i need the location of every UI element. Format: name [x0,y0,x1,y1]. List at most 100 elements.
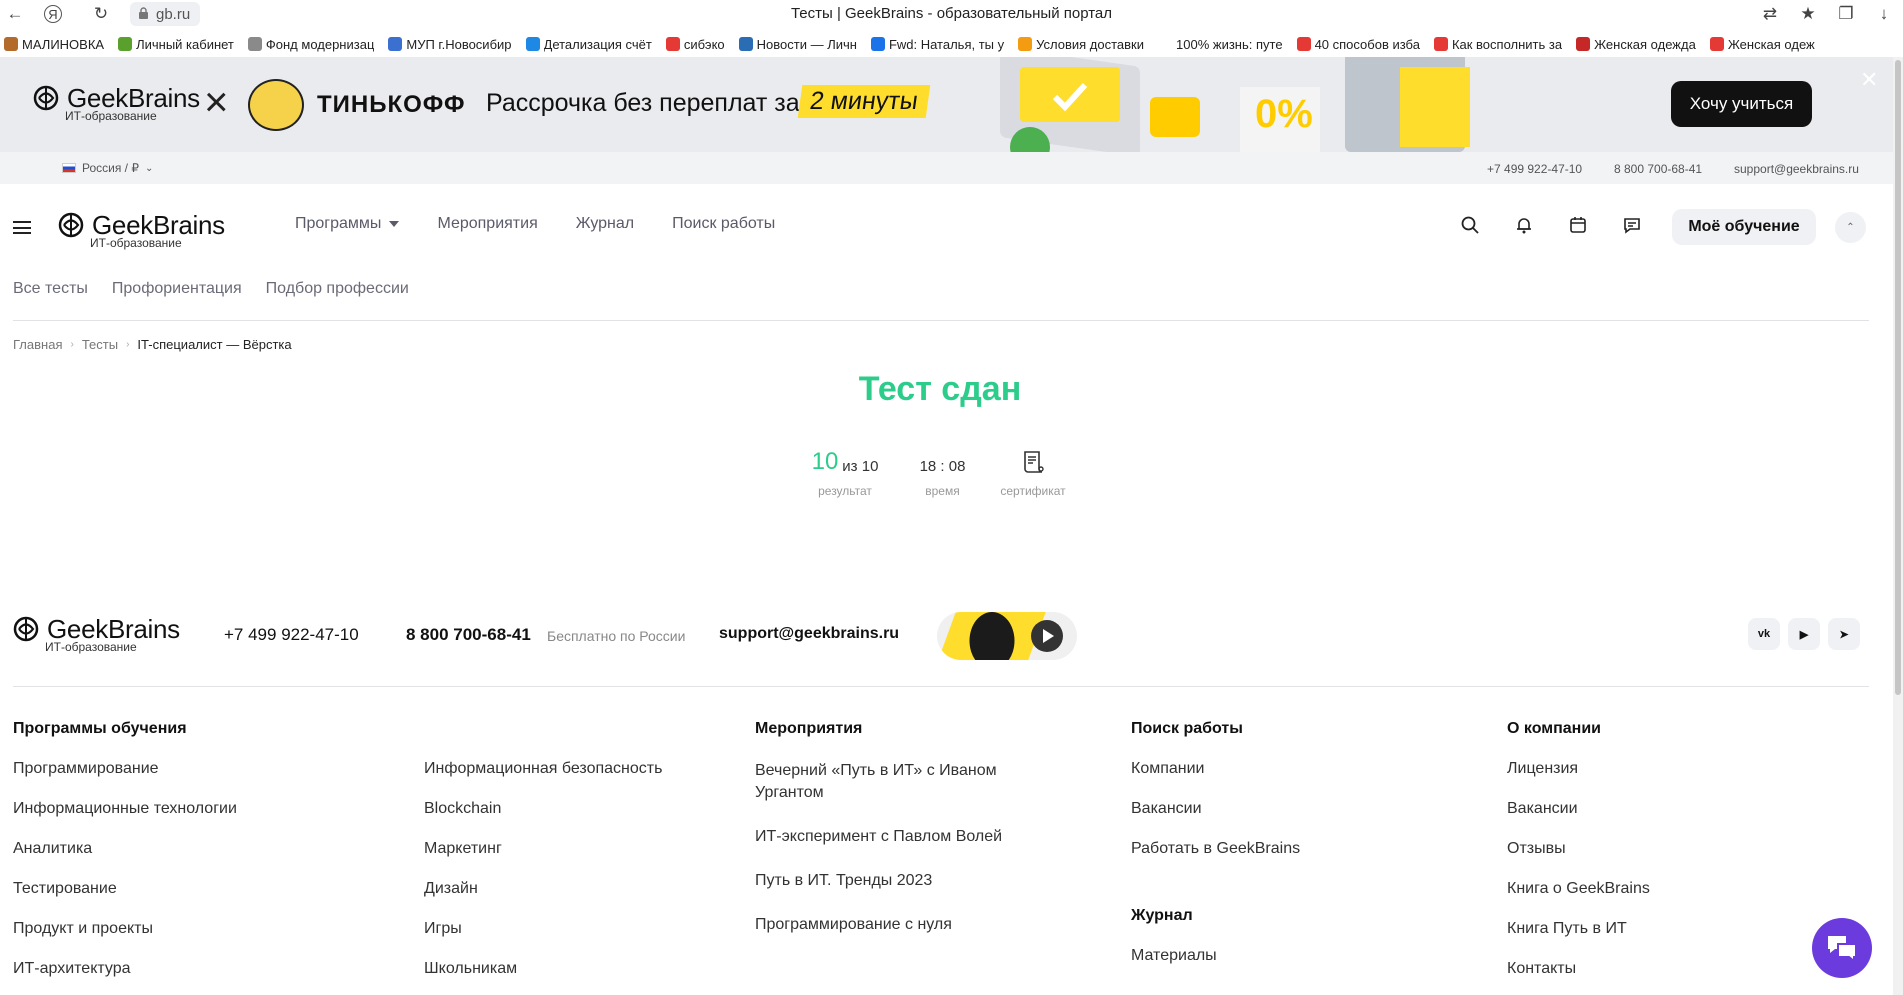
footer-logo[interactable]: GeekBrains ИТ-образование [13,616,180,654]
footer-phone-2[interactable]: 8 800 700-68-41 [406,625,531,645]
footer-email[interactable]: support@geekbrains.ru [719,625,899,643]
footer-link[interactable]: Продукт и проекты [13,920,237,938]
menu-icon[interactable] [13,221,31,234]
bookmark-item[interactable]: сибэко [665,37,725,52]
bookmark-item[interactable]: МУП г.Новосибир [388,36,512,52]
support-chat-button[interactable] [1812,918,1872,978]
footer-link[interactable]: ИТ-эксперимент с Павлом Волей [755,826,1015,848]
youtube-icon[interactable]: ▶ [1788,618,1820,650]
footer-link[interactable]: Аналитика [13,840,237,858]
tinkoff-emblem-icon [248,79,304,131]
contact-email[interactable]: support@geekbrains.ru [1734,162,1859,176]
close-icon[interactable]: ✕ [1860,67,1878,93]
breadcrumb-tests[interactable]: Тесты [82,337,118,352]
footer-video-preview[interactable] [937,612,1077,660]
nav-events[interactable]: Мероприятия [437,215,537,233]
footer-journal-title: Журнал [1131,907,1193,924]
contact-phone-2[interactable]: 8 800 700-68-41 [1614,162,1702,176]
breadcrumb-home[interactable]: Главная [13,337,62,352]
footer-link[interactable]: Книга о GeekBrains [1507,880,1650,898]
main-nav: Программы Мероприятия Журнал Поиск работ… [295,215,775,233]
bookmark-item[interactable]: Женская одежда [1576,37,1696,52]
footer-link[interactable]: Информационные технологии [13,800,237,818]
footer-free-note: Бесплатно по России [547,628,686,644]
footer-link[interactable]: Контакты [1507,960,1650,978]
footer-link[interactable]: Blockchain [424,800,662,818]
footer-link[interactable]: Тестирование [13,880,237,898]
footer-link[interactable]: Материалы [1131,947,1300,965]
region-selector[interactable]: Россия / ₽ ⌄ [62,161,153,175]
play-icon[interactable] [1031,620,1063,652]
footer-link[interactable]: ИТ-архитектура [13,960,237,978]
bookmark-label: МУП г.Новосибир [406,36,512,52]
footer-link[interactable]: Игры [424,920,662,938]
subnav-career-guidance[interactable]: Профориентация [112,280,242,298]
footer-link[interactable]: Компании [1131,760,1300,778]
footer-link[interactable]: Вакансии [1507,800,1650,818]
bookmark-item[interactable]: Женская одеж [1709,37,1815,52]
footer-link[interactable]: Вечерний «Путь в ИТ» с Иваном Ургантом [755,760,1015,804]
bell-icon[interactable] [1514,215,1534,235]
address-bar[interactable]: gb.ru [130,2,201,26]
bookmark-item[interactable]: 40 способов изба [1296,37,1420,52]
telegram-icon[interactable]: ➤ [1828,618,1860,650]
calendar-icon[interactable] [1568,215,1588,235]
yandex-icon[interactable]: Я [44,5,62,23]
footer-link[interactable]: Школьникам [424,960,662,978]
site-header: GeekBrains ИТ-образование Программы Меро… [0,184,1893,264]
promo-banner[interactable]: GeekBrains ИТ-образование × ТИНЬКОФФ Рас… [0,57,1893,152]
bookmark-item[interactable]: Фонд модернизац [247,37,374,52]
result-certificate[interactable]: сертификат [993,440,1073,498]
search-icon[interactable] [1460,215,1480,235]
back-icon[interactable]: ← [4,3,26,25]
contact-phone-1[interactable]: +7 499 922-47-10 [1487,162,1582,176]
reload-icon[interactable]: ↻ [90,3,112,25]
footer-link[interactable]: Работать в GeekBrains [1131,840,1300,858]
bookmark-item[interactable]: Новости — Личн [738,37,857,52]
footer-link[interactable]: Программирование [13,760,237,778]
vk-icon[interactable]: vk [1748,618,1780,650]
nav-journal[interactable]: Журнал [576,215,634,233]
footer-link[interactable]: Информационная безопасность [424,760,662,778]
user-avatar-icon[interactable]: ⌃ [1835,212,1866,243]
bookmark-item[interactable]: 100% жизнь: путе [1158,37,1283,52]
footer-phone-1[interactable]: +7 499 922-47-10 [224,625,359,645]
scrollbar-thumb[interactable] [1895,60,1901,695]
collections-icon[interactable]: ❐ [1835,3,1857,25]
header-logo[interactable]: GeekBrains ИТ-образование [58,212,225,250]
bookmark-item[interactable]: Детализация счёт [525,37,652,52]
certificate-icon[interactable] [1020,449,1046,475]
nav-programs[interactable]: Программы [295,215,400,233]
footer-link[interactable]: Вакансии [1131,800,1300,818]
translate-icon[interactable]: ⇄ [1759,3,1781,25]
bookmark-favicon-icon [388,37,403,51]
bookmark-item[interactable]: Условия доставки [1018,37,1144,52]
bookmark-item[interactable]: Как восполнить за [1433,37,1562,52]
bookmarks-bar: МАЛИНОВКА Личный кабинет Фонд модернизац МУ… [0,31,1903,57]
header-brand-name: GeekBrains [92,210,225,240]
time-value: 18 : 08 [919,458,966,475]
footer-link[interactable]: Маркетинг [424,840,662,858]
subnav-profession-pick[interactable]: Подбор профессии [266,280,409,298]
footer-link[interactable]: Программирование с нуля [755,914,1015,936]
chevron-down-icon: ⌄ [145,162,154,174]
footer-top: GeekBrains ИТ-образование +7 499 922-47-… [0,612,1893,667]
footer-link[interactable]: Книга Путь в ИТ [1507,920,1650,938]
my-learning-button[interactable]: Моё обучение [1672,209,1816,245]
bookmark-item[interactable]: Fwd: Наталья, ты у [870,37,1004,52]
nav-job-search[interactable]: Поиск работы [672,215,775,233]
download-icon[interactable]: ↓ [1873,3,1895,25]
russia-flag-icon [62,163,76,173]
footer-brand-name: GeekBrains [47,614,180,644]
divider [13,320,1869,321]
bookmark-icon[interactable]: ★ [1797,3,1819,25]
footer-link[interactable]: Дизайн [424,880,662,898]
bookmark-item[interactable]: МАЛИНОВКА [4,37,104,52]
subnav-all-tests[interactable]: Все тесты [13,280,88,298]
footer-link[interactable]: Путь в ИТ. Тренды 2023 [755,870,1015,892]
bookmark-item[interactable]: Личный кабинет [118,37,234,52]
footer-link[interactable]: Отзывы [1507,840,1650,858]
promo-cta-button[interactable]: Хочу учиться [1671,81,1812,127]
footer-link[interactable]: Лицензия [1507,760,1650,778]
chat-icon[interactable] [1622,215,1642,235]
